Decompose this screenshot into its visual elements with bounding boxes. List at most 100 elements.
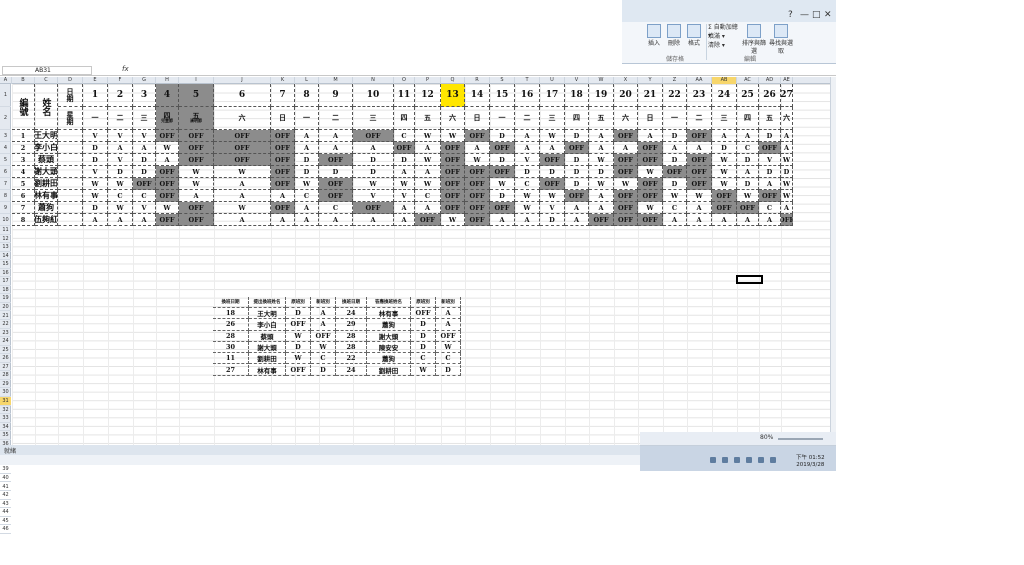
shift-cell[interactable]: W [540, 190, 565, 202]
shift-cell[interactable]: W [156, 202, 179, 214]
shift-cell[interactable]: OFF [214, 142, 271, 154]
shift-cell[interactable]: OFF [687, 178, 712, 190]
row-header-23[interactable]: 23 [0, 329, 11, 338]
shift-cell[interactable]: W [394, 178, 415, 190]
shift-cell[interactable]: A [179, 190, 214, 202]
shift-cell[interactable]: OFF [441, 202, 465, 214]
shift-cell[interactable]: W [465, 154, 490, 166]
shift-cell[interactable]: A [515, 142, 540, 154]
shift-cell[interactable]: A [540, 142, 565, 154]
shift-cell[interactable]: D [712, 142, 737, 154]
shift-cell[interactable]: OFF [179, 130, 214, 142]
shift-cell[interactable]: W [179, 166, 214, 178]
shift-cell[interactable]: V [540, 202, 565, 214]
shift-cell[interactable]: OFF [712, 202, 737, 214]
shift-cell[interactable]: A [589, 142, 614, 154]
swap-cell[interactable]: W [411, 364, 436, 376]
swap-cell[interactable]: 24 [336, 364, 367, 376]
shift-cell[interactable]: C [108, 190, 133, 202]
swap-cell[interactable]: W [436, 341, 461, 354]
swap-cell[interactable]: C [436, 353, 461, 365]
shift-cell[interactable]: W [108, 202, 133, 214]
shift-cell[interactable]: OFF [156, 214, 179, 226]
shift-cell[interactable]: A [737, 214, 759, 226]
row-header-19[interactable]: 19 [0, 294, 11, 303]
shift-cell[interactable]: V [515, 154, 540, 166]
shift-cell[interactable]: OFF [319, 178, 353, 190]
column-header-U[interactable]: U [540, 77, 565, 84]
shift-cell[interactable]: A [565, 214, 589, 226]
shift-cell[interactable]: A [83, 214, 108, 226]
shift-cell[interactable]: W [781, 154, 793, 166]
shift-cell[interactable]: C [295, 190, 319, 202]
sheet-tab-bar[interactable] [0, 455, 640, 465]
shift-cell[interactable]: OFF [271, 142, 295, 154]
shift-cell[interactable]: W [214, 166, 271, 178]
shift-cell[interactable]: W [712, 166, 737, 178]
shift-cell[interactable]: OFF [465, 214, 490, 226]
shift-cell[interactable]: W [353, 178, 394, 190]
shift-cell[interactable]: OFF [614, 154, 638, 166]
selected-cell[interactable] [736, 275, 763, 284]
column-header-V[interactable]: V [565, 77, 589, 84]
swap-cell[interactable]: W [286, 353, 311, 365]
insert-button[interactable]: 插入 [644, 24, 664, 62]
shift-cell[interactable]: A [271, 214, 295, 226]
shift-cell[interactable]: OFF [687, 154, 712, 166]
column-header-L[interactable]: L [295, 77, 319, 84]
volume-icon[interactable] [770, 457, 776, 463]
shift-cell[interactable]: OFF [319, 154, 353, 166]
shift-cell[interactable]: A [759, 214, 781, 226]
shift-cell[interactable]: D [759, 166, 781, 178]
shift-cell[interactable]: A [781, 130, 793, 142]
column-header-N[interactable]: N [353, 77, 394, 84]
shift-cell[interactable]: D [490, 154, 515, 166]
shift-cell[interactable]: A [712, 214, 737, 226]
row-header-24[interactable]: 24 [0, 337, 11, 346]
swap-cell[interactable]: D [436, 364, 461, 376]
shift-cell[interactable]: V [133, 130, 156, 142]
shift-cell[interactable]: A [319, 142, 353, 154]
shift-cell[interactable]: A [319, 214, 353, 226]
shift-cell[interactable]: A [589, 130, 614, 142]
shift-cell[interactable]: OFF [490, 142, 515, 154]
row-header-34[interactable]: 34 [0, 423, 11, 432]
swap-cell[interactable]: D [411, 319, 436, 331]
shift-cell[interactable]: OFF [179, 214, 214, 226]
shift-cell[interactable]: OFF [614, 166, 638, 178]
close-icon[interactable]: ✕ [824, 10, 832, 20]
swap-cell[interactable]: OFF [311, 330, 336, 342]
shift-cell[interactable]: A [415, 142, 441, 154]
swap-cell[interactable]: 林有事 [367, 308, 411, 320]
column-header-M[interactable]: M [319, 77, 353, 84]
shift-cell[interactable]: C [133, 190, 156, 202]
shift-cell[interactable]: OFF [638, 178, 663, 190]
shift-cell[interactable]: W [441, 130, 465, 142]
shift-cell[interactable]: W [589, 178, 614, 190]
shift-cell[interactable]: D [663, 130, 687, 142]
shift-cell[interactable]: OFF [415, 214, 441, 226]
tray-icon[interactable] [710, 457, 716, 463]
row-header-31[interactable]: 31 [0, 397, 11, 406]
shift-cell[interactable]: C [515, 178, 540, 190]
column-header-C[interactable]: C [35, 77, 58, 84]
shift-cell[interactable]: A [214, 178, 271, 190]
swap-cell[interactable]: 李小白 [249, 319, 286, 331]
swap-cell[interactable]: A [436, 319, 461, 331]
row-header-22[interactable]: 22 [0, 320, 11, 329]
shift-cell[interactable]: OFF [759, 190, 781, 202]
shift-cell[interactable]: A [394, 202, 415, 214]
shift-cell[interactable]: D [108, 166, 133, 178]
swap-cell[interactable]: 28 [336, 330, 367, 342]
row-header-14[interactable]: 14 [0, 252, 11, 261]
shift-cell[interactable]: D [781, 166, 793, 178]
shift-cell[interactable]: OFF [394, 142, 415, 154]
column-header-X[interactable]: X [614, 77, 638, 84]
shift-cell[interactable]: A [589, 190, 614, 202]
zoom-slider[interactable] [778, 438, 823, 440]
shift-cell[interactable]: D [565, 178, 589, 190]
shift-cell[interactable]: OFF [271, 154, 295, 166]
zoom-level[interactable]: 80% [760, 434, 773, 441]
swap-cell[interactable]: 蕭狗 [367, 319, 411, 331]
shift-cell[interactable]: A [415, 166, 441, 178]
